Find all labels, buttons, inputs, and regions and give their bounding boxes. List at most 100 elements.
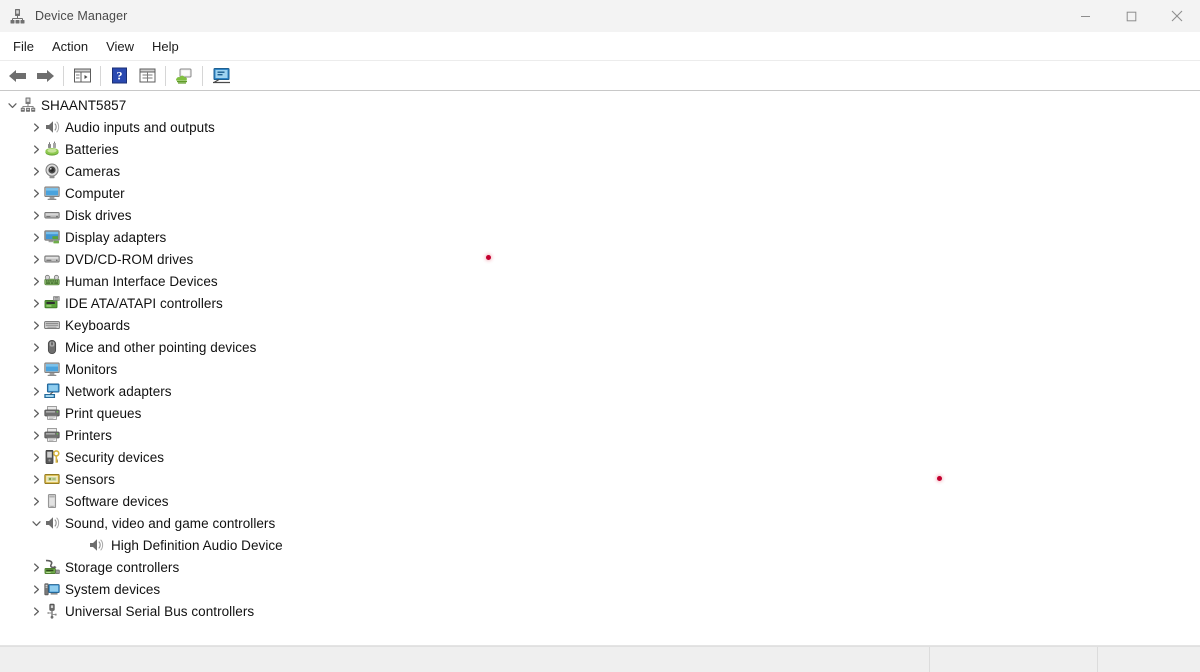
- tree-node-software-devices[interactable]: Software devices: [0, 490, 1200, 512]
- back-arrow-icon[interactable]: [3, 63, 31, 89]
- tree-node-batteries[interactable]: Batteries: [0, 138, 1200, 160]
- chevron-right-icon[interactable]: [28, 383, 44, 399]
- tree-node-label: IDE ATA/ATAPI controllers: [65, 295, 223, 311]
- tree-node-high-definition-audio-device[interactable]: High Definition Audio Device: [0, 534, 1200, 556]
- chevron-right-icon[interactable]: [28, 493, 44, 509]
- optical-drive-icon: [44, 251, 60, 267]
- tree-node-computer[interactable]: Computer: [0, 182, 1200, 204]
- chevron-down-icon[interactable]: [4, 97, 20, 113]
- chevron-right-icon[interactable]: [28, 317, 44, 333]
- chevron-right-icon[interactable]: [28, 339, 44, 355]
- ide-controller-icon: [44, 295, 60, 311]
- chevron-right-icon[interactable]: [28, 119, 44, 135]
- chevron-right-icon[interactable]: [28, 185, 44, 201]
- tree-node-label: Software devices: [65, 493, 169, 509]
- svg-text:?: ?: [116, 69, 122, 83]
- chevron-right-icon[interactable]: [28, 559, 44, 575]
- printer-icon: [44, 427, 60, 443]
- chevron-right-icon[interactable]: [28, 251, 44, 267]
- title-bar: Device Manager: [0, 0, 1200, 32]
- window-title: Device Manager: [35, 9, 128, 23]
- properties-icon[interactable]: [133, 63, 161, 89]
- chevron-right-icon[interactable]: [28, 427, 44, 443]
- minimize-button[interactable]: [1062, 0, 1108, 32]
- device-manager-window: Device Manager File Action View Help ? S…: [0, 0, 1200, 672]
- tree-node-monitors[interactable]: Monitors: [0, 358, 1200, 380]
- tree-node-label: High Definition Audio Device: [111, 537, 283, 553]
- tree-node-label: Security devices: [65, 449, 165, 465]
- title-bar-left: Device Manager: [0, 8, 127, 25]
- tree-node-mice-and-other-pointing-devices[interactable]: Mice and other pointing devices: [0, 336, 1200, 358]
- tree-node-sensors[interactable]: Sensors: [0, 468, 1200, 490]
- tree-node-cameras[interactable]: Cameras: [0, 160, 1200, 182]
- tree-node-system-devices[interactable]: System devices: [0, 578, 1200, 600]
- display-adapter-icon: [44, 229, 60, 245]
- keyboard-icon: [44, 317, 60, 333]
- menu-action[interactable]: Action: [43, 36, 97, 57]
- tree-node-network-adapters[interactable]: Network adapters: [0, 380, 1200, 402]
- chevron-right-icon[interactable]: [28, 449, 44, 465]
- monitor-icon: [44, 185, 60, 201]
- chevron-right-icon[interactable]: [28, 229, 44, 245]
- toolbar-separator-3: [165, 65, 166, 86]
- sensor-icon: [44, 471, 60, 487]
- tree-node-print-queues[interactable]: Print queues: [0, 402, 1200, 424]
- device-tree: SHAANT5857 Audio inputs and outputs Batt…: [0, 94, 1200, 622]
- chevron-right-icon[interactable]: [28, 471, 44, 487]
- update-driver-icon[interactable]: [170, 63, 198, 89]
- tree-node-disk-drives[interactable]: Disk drives: [0, 204, 1200, 226]
- tree-node-ide-ata-atapi-controllers[interactable]: IDE ATA/ATAPI controllers: [0, 292, 1200, 314]
- hid-icon: [44, 273, 60, 289]
- cursor-marker-2: [937, 476, 942, 481]
- tree-node-universal-serial-bus-controllers[interactable]: Universal Serial Bus controllers: [0, 600, 1200, 622]
- network-adapter-icon: [44, 383, 60, 399]
- tree-node-storage-controllers[interactable]: Storage controllers: [0, 556, 1200, 578]
- tree-node-keyboards[interactable]: Keyboards: [0, 314, 1200, 336]
- chevron-down-icon[interactable]: [28, 515, 44, 531]
- chevron-right-icon[interactable]: [28, 163, 44, 179]
- monitor-icon: [44, 361, 60, 377]
- camera-icon: [44, 163, 60, 179]
- toolbar: ?: [0, 61, 1200, 91]
- disk-drive-icon: [44, 207, 60, 223]
- device-tree-panel[interactable]: SHAANT5857 Audio inputs and outputs Batt…: [0, 91, 1200, 646]
- chevron-right-icon[interactable]: [28, 361, 44, 377]
- menu-help[interactable]: Help: [143, 36, 188, 57]
- tree-node-label: Human Interface Devices: [65, 273, 218, 289]
- tree-node-display-adapters[interactable]: Display adapters: [0, 226, 1200, 248]
- tree-node-label: Printers: [65, 427, 112, 443]
- chevron-right-icon[interactable]: [28, 603, 44, 619]
- computer-root-icon: [20, 97, 36, 113]
- scan-hardware-changes-icon[interactable]: [207, 63, 235, 89]
- toolbar-separator-2: [100, 65, 101, 86]
- close-button[interactable]: [1154, 0, 1200, 32]
- tree-node-label: Cameras: [65, 163, 121, 179]
- tree-node-audio-inputs-and-outputs[interactable]: Audio inputs and outputs: [0, 116, 1200, 138]
- chevron-right-icon[interactable]: [28, 141, 44, 157]
- security-device-icon: [44, 449, 60, 465]
- tree-node-label: Batteries: [65, 141, 119, 157]
- maximize-button[interactable]: [1108, 0, 1154, 32]
- tree-node-sound-video-and-game-controllers[interactable]: Sound, video and game controllers: [0, 512, 1200, 534]
- tree-node-human-interface-devices[interactable]: Human Interface Devices: [0, 270, 1200, 292]
- chevron-right-icon[interactable]: [28, 581, 44, 597]
- printer-icon: [44, 405, 60, 421]
- tree-node-label: Sound, video and game controllers: [65, 515, 276, 531]
- chevron-right-icon[interactable]: [28, 295, 44, 311]
- tree-node-security-devices[interactable]: Security devices: [0, 446, 1200, 468]
- mouse-icon: [44, 339, 60, 355]
- menu-view[interactable]: View: [97, 36, 143, 57]
- tree-node-label: Sensors: [65, 471, 115, 487]
- tree-node-dvd-cd-rom-drives[interactable]: DVD/CD-ROM drives: [0, 248, 1200, 270]
- forward-arrow-icon[interactable]: [31, 63, 59, 89]
- chevron-right-icon[interactable]: [28, 207, 44, 223]
- help-icon[interactable]: ?: [105, 63, 133, 89]
- menu-file[interactable]: File: [4, 36, 43, 57]
- tree-node-printers[interactable]: Printers: [0, 424, 1200, 446]
- chevron-right-icon[interactable]: [28, 405, 44, 421]
- speaker-icon: [44, 515, 60, 531]
- cursor-marker-1: [486, 255, 491, 260]
- tree-root-node[interactable]: SHAANT5857: [0, 94, 1200, 116]
- chevron-right-icon[interactable]: [28, 273, 44, 289]
- show-hide-console-tree-icon[interactable]: [68, 63, 96, 89]
